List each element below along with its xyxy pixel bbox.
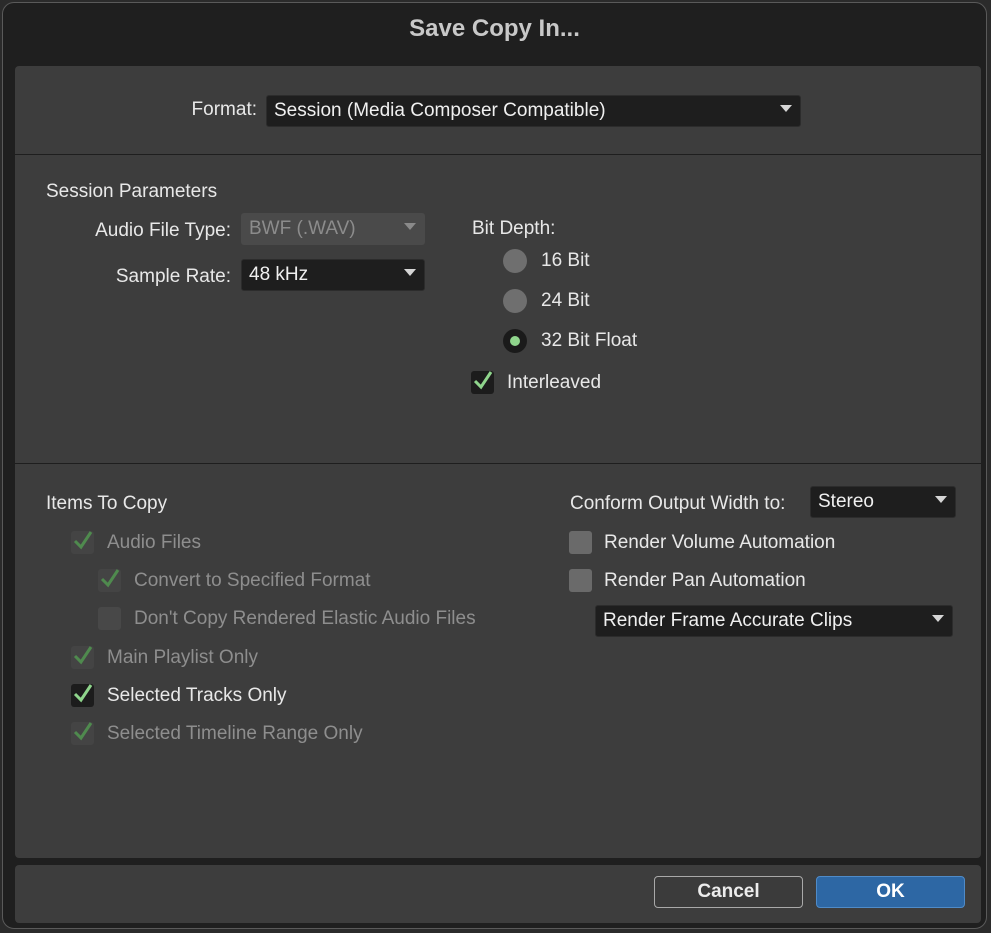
items-to-copy-heading: Items To Copy	[46, 493, 168, 514]
section-divider	[15, 463, 981, 464]
format-label: Format:	[191, 99, 257, 120]
main-panel: Format: Session (Media Composer Compatib…	[15, 66, 981, 858]
sample-rate-value: 48 kHz	[249, 264, 309, 285]
cancel-button[interactable]: Cancel	[654, 876, 803, 908]
save-copy-dialog: Save Copy In... Format: Session (Media C…	[2, 2, 987, 929]
chevron-down-icon	[935, 496, 947, 503]
sample-rate-dropdown[interactable]: 48 kHz	[241, 259, 425, 291]
interleaved-checkbox[interactable]	[471, 371, 494, 394]
audio-files-checkbox[interactable]	[71, 531, 94, 554]
dialog-title: Save Copy In...	[409, 15, 580, 42]
selected-tracks-label: Selected Tracks Only	[107, 685, 287, 706]
bit-depth-label: Bit Depth:	[472, 218, 556, 239]
radio-32-bit-float-label: 32 Bit Float	[541, 330, 638, 351]
conform-output-value: Stereo	[818, 491, 874, 512]
main-playlist-label: Main Playlist Only	[107, 647, 258, 668]
render-pan-label: Render Pan Automation	[604, 570, 806, 591]
selected-tracks-checkbox[interactable]	[71, 684, 94, 707]
convert-format-checkbox[interactable]	[98, 569, 121, 592]
audio-file-type-dropdown[interactable]: BWF (.WAV)	[241, 213, 425, 245]
section-divider	[15, 154, 981, 155]
audio-file-type-label: Audio File Type:	[95, 220, 231, 241]
audio-file-type-value: BWF (.WAV)	[249, 218, 356, 239]
chevron-down-icon	[404, 269, 416, 276]
checkmark-icon	[73, 684, 93, 703]
radio-16-bit-label: 16 Bit	[541, 250, 590, 271]
conform-output-label: Conform Output Width to:	[570, 493, 786, 514]
radio-16-bit[interactable]	[503, 249, 527, 273]
format-dropdown[interactable]: Session (Media Composer Compatible)	[266, 95, 801, 127]
render-clips-dropdown[interactable]: Render Frame Accurate Clips	[595, 605, 953, 637]
dont-copy-elastic-label: Don't Copy Rendered Elastic Audio Files	[134, 608, 476, 629]
checkmark-icon	[73, 531, 93, 550]
timeline-range-checkbox[interactable]	[71, 722, 94, 745]
render-clips-value: Render Frame Accurate Clips	[603, 610, 853, 631]
format-value: Session (Media Composer Compatible)	[274, 100, 606, 121]
radio-32-bit-float[interactable]	[503, 329, 527, 353]
main-playlist-checkbox[interactable]	[71, 646, 94, 669]
audio-files-label: Audio Files	[107, 532, 201, 553]
radio-24-bit-label: 24 Bit	[541, 290, 590, 311]
button-bar: Cancel OK	[15, 865, 981, 923]
checkmark-icon	[473, 371, 493, 390]
chevron-down-icon	[780, 105, 792, 112]
radio-24-bit[interactable]	[503, 289, 527, 313]
convert-format-label: Convert to Specified Format	[134, 570, 371, 591]
checkmark-icon	[73, 646, 93, 665]
chevron-down-icon	[932, 615, 944, 622]
conform-output-dropdown[interactable]: Stereo	[810, 486, 956, 518]
session-parameters-heading: Session Parameters	[46, 181, 218, 202]
radio-selected-dot	[510, 336, 520, 346]
timeline-range-label: Selected Timeline Range Only	[107, 723, 363, 744]
render-pan-checkbox[interactable]	[569, 569, 592, 592]
dont-copy-elastic-checkbox[interactable]	[98, 607, 121, 630]
checkmark-icon	[100, 569, 120, 588]
chevron-down-icon	[404, 223, 416, 230]
render-volume-checkbox[interactable]	[569, 531, 592, 554]
checkmark-icon	[73, 722, 93, 741]
ok-button[interactable]: OK	[816, 876, 965, 908]
interleaved-label: Interleaved	[507, 372, 602, 393]
render-volume-label: Render Volume Automation	[604, 532, 836, 553]
sample-rate-label: Sample Rate:	[115, 266, 231, 287]
